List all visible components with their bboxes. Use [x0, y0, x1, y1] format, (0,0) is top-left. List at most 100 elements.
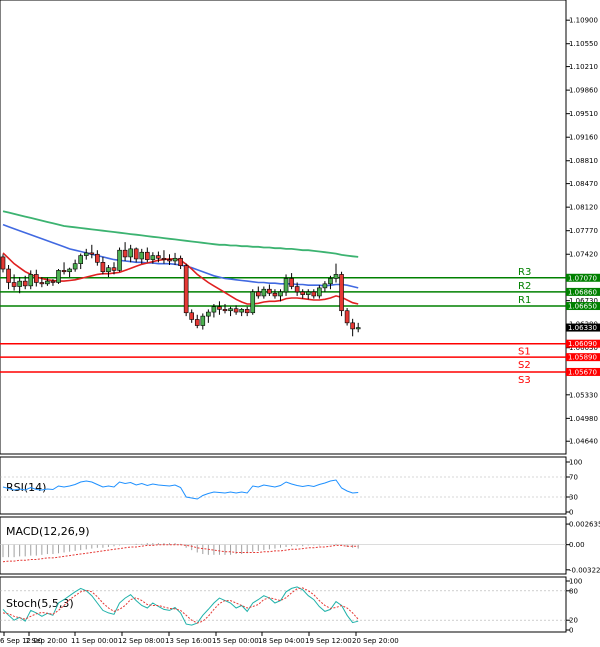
time-tick-label: 18 Sep 04:00 — [258, 637, 305, 645]
candle-body-down — [217, 306, 222, 310]
time-tick-label: 12 Sep 08:00 — [118, 637, 165, 645]
candle-body-down — [11, 282, 17, 287]
candle-body-up — [261, 288, 267, 297]
forex-chart: R3 R2 R1 S1 S2 S3 1.10900 1.10550 1.10210 1.0986… — [0, 0, 600, 645]
candle — [117, 247, 122, 272]
candle-body-down — [344, 310, 350, 324]
price-panel: R3 R2 R1 S1 S2 S3 1.10900 1.10550 1.10210 1.0986… — [0, 0, 600, 455]
candle-body-down — [156, 255, 161, 259]
level-price-tag-text: 1.05670 — [568, 368, 597, 376]
candle-body-down — [95, 253, 100, 263]
level-label-s3: S3 — [518, 375, 531, 386]
price-tick-label: 1.04640 — [569, 438, 598, 446]
candle-body-down — [61, 270, 67, 273]
candle-body-down — [100, 262, 106, 273]
time-axis: 6 Sep 12:007 Sep 20:00 11 Sep 00:00 12 Sep… — [0, 632, 399, 645]
stoch-panel-frame — [0, 576, 567, 633]
candle-body-up — [56, 270, 61, 283]
candle — [56, 269, 61, 284]
level-price-tag-text: 1.05890 — [568, 354, 597, 362]
candle-body-down — [33, 274, 39, 283]
macd-panel: MACD(12,26,9) 0.002635 0.00 -0.00322 — [0, 516, 600, 575]
price-tick-label: 1.10900 — [569, 17, 598, 25]
candle-body-down — [222, 309, 228, 312]
candle-body-down — [50, 280, 56, 283]
macd-axis: 0.002635 0.00 -0.00322 — [566, 521, 600, 574]
candle-body-down — [145, 251, 150, 260]
candle-body-down — [311, 291, 317, 297]
stoch-label: Stoch(5,5,3) — [6, 597, 74, 610]
candle-body-down — [0, 256, 6, 270]
candle-body-up — [172, 257, 178, 262]
candle-body-up — [28, 274, 34, 287]
candle-body-down — [350, 322, 355, 330]
candle-body-up — [211, 306, 217, 313]
rsi-tick-label: 70 — [569, 474, 578, 482]
candle-body-down — [339, 274, 344, 312]
price-tick-label: 1.09510 — [569, 110, 598, 118]
candle-body-up — [250, 291, 256, 314]
price-tick-label: 1.04980 — [569, 415, 598, 423]
candle-body-down — [22, 280, 28, 287]
time-tick-label: 7 Sep 20:00 — [25, 637, 67, 645]
level-label-r1: R1 — [518, 295, 531, 306]
candle — [339, 271, 344, 317]
candle-body-up — [17, 280, 22, 287]
candle — [250, 289, 256, 315]
candle-body-up — [45, 280, 50, 285]
candle-body-down — [122, 249, 128, 258]
level-price-tag-text: 1.06860 — [568, 288, 597, 296]
rsi-axis: 100 70 30 0 — [566, 459, 582, 517]
current-price-tag-text: 1.06330 — [568, 324, 597, 332]
candle-body-up — [200, 315, 206, 326]
candle-body-up — [72, 263, 78, 270]
stoch-tick-label: 20 — [569, 617, 578, 625]
candle-body-down — [255, 291, 261, 297]
candle-body-down — [267, 288, 272, 294]
price-tick-label: 1.10210 — [569, 63, 598, 71]
candle-body-down — [289, 278, 294, 287]
candle-body-down — [272, 292, 278, 297]
candle-body-down — [89, 252, 95, 255]
level-label-s1: S1 — [518, 347, 531, 358]
level-label-s2: S2 — [518, 360, 531, 371]
rsi-tick-label: 100 — [569, 459, 582, 467]
price-axis: 1.10900 1.10550 1.10210 1.09860 1.09510 1.091… — [566, 17, 598, 446]
candle-body-down — [294, 286, 300, 293]
macd-label: MACD(12,26,9) — [6, 525, 90, 538]
candle-body-up — [206, 311, 211, 317]
candle-body-down — [133, 248, 139, 260]
candle-body-down — [178, 257, 183, 266]
rsi-panel: RSI(14) 100 70 30 0 — [0, 456, 582, 517]
candle-body-up — [117, 249, 122, 271]
candle-body-down — [183, 265, 189, 314]
candle-body-down — [233, 308, 239, 313]
price-tick-label: 1.08470 — [569, 180, 598, 188]
candle-body-down — [6, 268, 11, 283]
level-label-r3: R3 — [518, 267, 531, 278]
candle-body-up — [139, 251, 145, 260]
stoch-panel: Stoch(5,5,3) 10080 20 0 — [0, 576, 582, 635]
candle-body-up — [322, 283, 328, 289]
candle-body-up — [278, 291, 283, 297]
candle-body-up — [128, 248, 133, 258]
level-price-tag-text: 1.07070 — [568, 274, 597, 282]
time-tick-label: 13 Sep 16:00 — [165, 637, 212, 645]
level-label-r2: R2 — [518, 281, 531, 292]
rsi-tick-label: 30 — [569, 494, 578, 502]
macd-tick-label: 0.002635 — [569, 521, 600, 529]
candle-body-up — [67, 268, 72, 273]
time-tick-label: 11 Sep 00:00 — [71, 637, 118, 645]
level-price-tag-text: 1.06650 — [568, 303, 597, 311]
price-tick-label: 1.08810 — [569, 157, 598, 165]
price-tick-label: 1.07770 — [569, 227, 598, 235]
time-tick-label: 20 Sep 20:00 — [352, 637, 399, 645]
price-panel-frame — [0, 0, 567, 455]
candle-body-up — [239, 309, 244, 313]
price-tick-label: 1.08120 — [569, 204, 598, 212]
price-tick-label: 1.07420 — [569, 251, 598, 259]
candle-body-down — [300, 291, 306, 295]
candle — [183, 263, 189, 317]
level-price-tag-text: 1.06090 — [568, 340, 597, 348]
candle-body-up — [78, 255, 83, 264]
